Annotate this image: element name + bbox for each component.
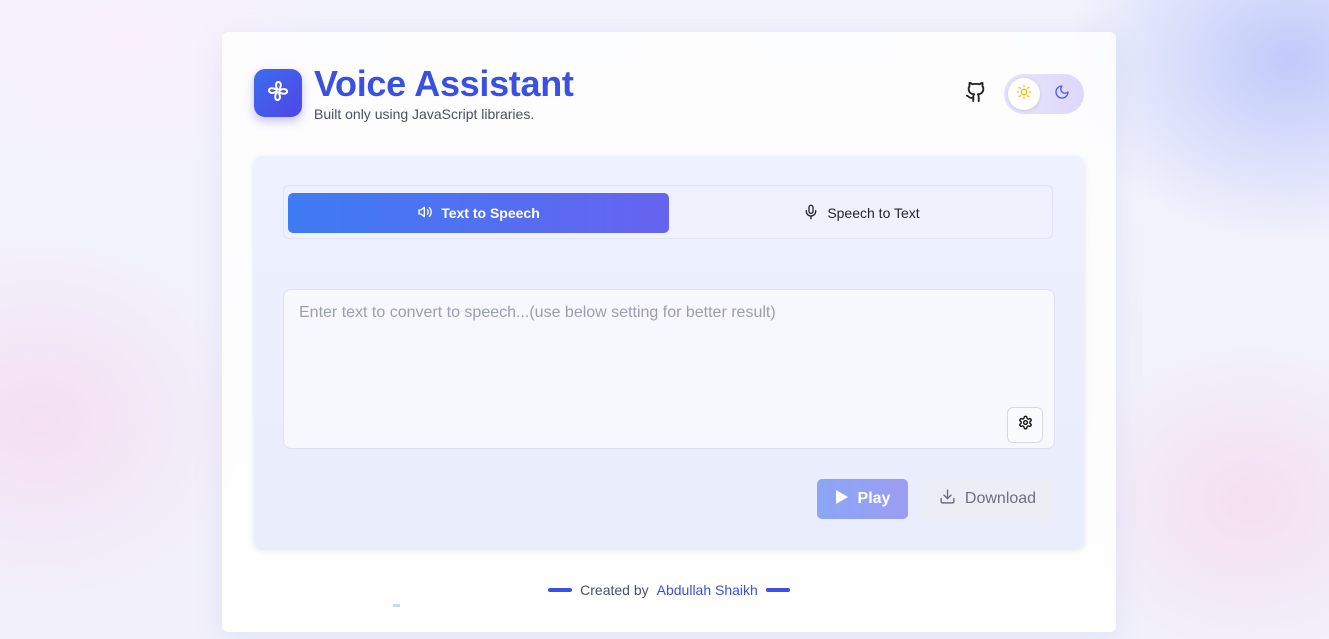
settings-button[interactable] — [1007, 407, 1043, 443]
theme-toggle[interactable] — [1004, 74, 1084, 114]
speaker-icon — [417, 204, 433, 223]
text-input[interactable] — [283, 289, 1055, 449]
fan-icon — [266, 79, 290, 108]
decorative-dot — [393, 604, 400, 607]
mode-tabs: Text to Speech Speech to Text — [283, 185, 1053, 239]
tab-text-to-speech[interactable]: Text to Speech — [288, 193, 669, 233]
footer: Created by Abdullah Shaikh — [222, 582, 1116, 598]
footer-divider-left — [548, 588, 573, 592]
tab-speech-to-text[interactable]: Speech to Text — [675, 193, 1048, 233]
app-title: Voice Assistant — [314, 63, 574, 104]
footer-divider-right — [765, 588, 790, 592]
app-subtitle: Built only using JavaScript libraries. — [314, 106, 535, 122]
microphone-icon — [803, 204, 819, 223]
moon-icon — [1054, 84, 1070, 105]
light-mode-button[interactable] — [1008, 78, 1040, 110]
download-button[interactable]: Download — [921, 479, 1054, 519]
app-card: Voice Assistant Built only using JavaScr… — [222, 32, 1116, 632]
converter-panel: Text to Speech Speech to Text Enter text… — [254, 156, 1084, 548]
app-logo — [254, 69, 302, 117]
play-icon — [835, 489, 849, 510]
download-label: Download — [964, 490, 1037, 507]
sun-icon — [1016, 84, 1032, 105]
github-link[interactable] — [964, 81, 988, 108]
github-icon — [965, 81, 987, 108]
play-label: Play — [857, 490, 891, 507]
tab-label: Speech to Text — [827, 205, 920, 221]
download-icon — [939, 488, 956, 510]
author-link[interactable]: Abdullah Shaikh — [657, 582, 758, 598]
dark-mode-button[interactable] — [1050, 82, 1074, 106]
gear-icon — [1018, 415, 1033, 435]
tab-label: Text to Speech — [441, 205, 540, 221]
footer-prefix: Created by — [580, 582, 649, 598]
play-button[interactable]: Play — [817, 479, 908, 519]
